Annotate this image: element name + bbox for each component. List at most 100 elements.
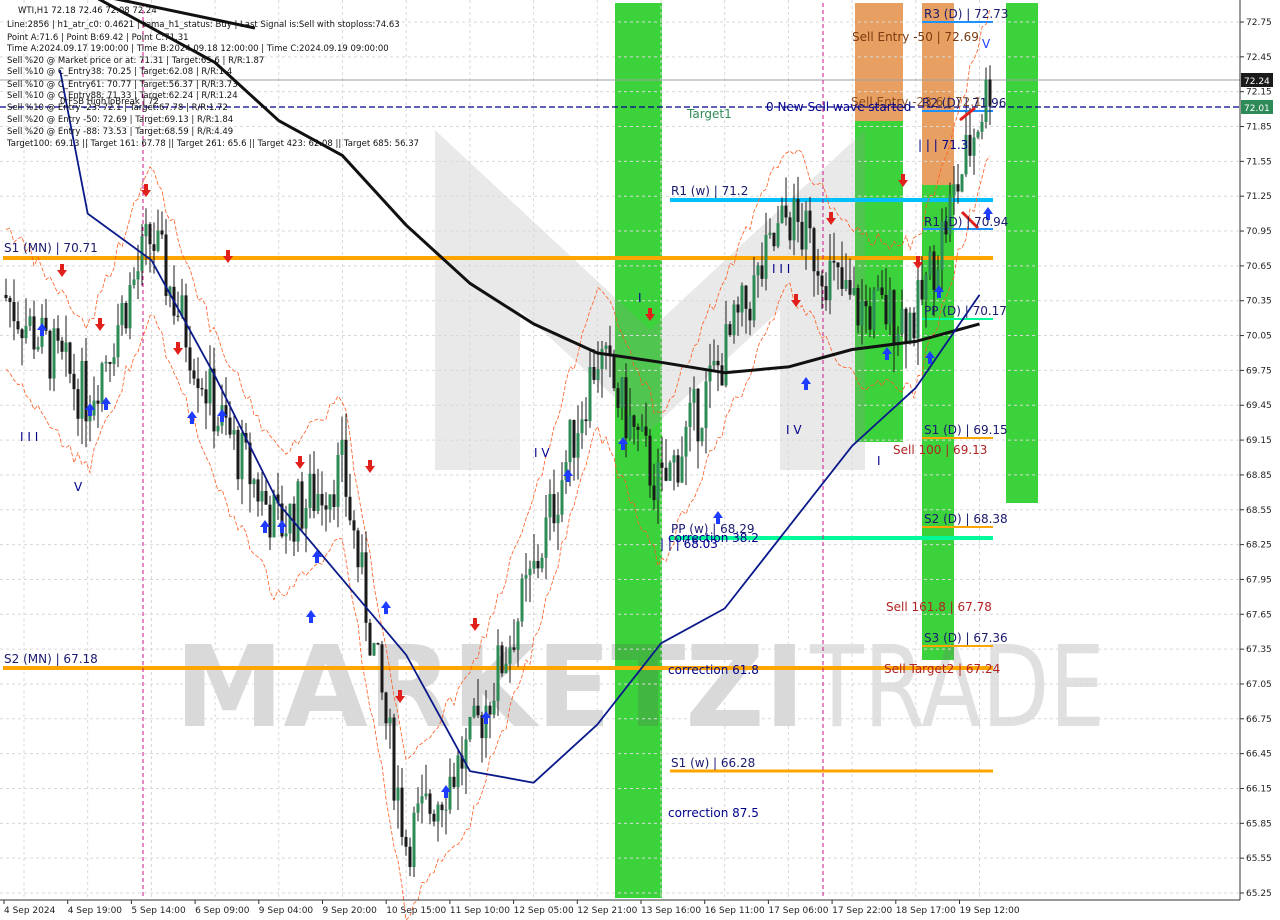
candle-body: [592, 366, 596, 380]
candle-body: [548, 494, 552, 518]
candle-body: [776, 223, 780, 247]
x-tick-label: 9 Sep 04:00: [259, 906, 314, 916]
candle-body: [728, 324, 732, 336]
candle-body: [68, 342, 72, 374]
candle-body: [576, 433, 580, 458]
candle-body: [688, 402, 692, 427]
candle-body: [120, 302, 124, 326]
candle-body: [152, 244, 156, 251]
candle-body: [772, 232, 776, 247]
candle-body: [332, 494, 336, 507]
candle-body: [208, 368, 212, 404]
candle-body: [284, 533, 288, 537]
candle-body: [780, 205, 784, 224]
candle-body: [792, 199, 796, 241]
y-tick-label: 69.75: [1246, 366, 1272, 376]
candle-body: [60, 340, 64, 352]
sell-entry-50-label: Sell Entry -50 | 72.69: [852, 30, 979, 44]
candle-body: [264, 491, 268, 505]
candle-body: [228, 417, 232, 435]
candle-body: [308, 473, 312, 508]
x-tick-label: 12 Sep 05:00: [514, 906, 574, 916]
y-tick-label: 67.95: [1246, 575, 1272, 585]
candle-body: [932, 251, 936, 290]
candle-body: [900, 308, 904, 334]
line-price-badge-text: 72.01: [1244, 104, 1270, 114]
candle-body: [520, 578, 524, 622]
candle-body: [512, 647, 516, 650]
y-tick-label: 70.95: [1246, 227, 1272, 237]
candle-body: [828, 260, 832, 301]
y-tick-label: 71.55: [1246, 157, 1272, 167]
candle-body: [880, 287, 884, 295]
candle-body: [52, 328, 56, 379]
candle-body: [272, 494, 276, 538]
candle-body: [440, 804, 444, 811]
correction-87-label: correction 87.5: [668, 806, 759, 820]
candle-body: [648, 435, 652, 486]
candle-body: [808, 210, 812, 229]
candle-body: [716, 360, 720, 366]
candle-body: [80, 360, 84, 419]
candle-body: [372, 643, 376, 656]
y-tick-label: 66.15: [1246, 784, 1272, 794]
candle-body: [752, 275, 756, 321]
candle-body: [524, 575, 528, 579]
candle-body: [784, 205, 788, 218]
candle-body: [400, 787, 404, 837]
candle-body: [712, 360, 716, 366]
candle-body: [920, 279, 924, 300]
candle-body: [796, 199, 800, 222]
wave-label-iv-right: I V: [786, 423, 802, 437]
y-tick-label: 71.25: [1246, 192, 1272, 202]
candle-body: [924, 275, 928, 300]
candle-body: [124, 302, 128, 329]
sell-target2-label: Sell Target2 | 67.24: [884, 662, 1000, 676]
info-line-5: Sell %10 @ C_Entry38: 70.25 | Target:62.…: [7, 67, 232, 77]
candle-body: [704, 381, 708, 428]
candle-body: [296, 481, 300, 542]
r1-w-label: R1 (w) | 71.2: [671, 184, 748, 198]
candle-body: [396, 787, 400, 801]
candle-body: [88, 415, 92, 422]
candle-body: [16, 321, 20, 330]
info-line-6: Sell %10 @ C_Entry61: 70.77 | Target:56.…: [7, 80, 238, 90]
candle-body: [956, 184, 960, 192]
candle-body: [596, 369, 600, 380]
candle-body: [468, 716, 472, 740]
candle-body: [788, 217, 792, 241]
candle-body: [252, 479, 256, 485]
candle-body: [508, 647, 512, 664]
candle-body: [64, 342, 68, 352]
candle-body: [600, 348, 604, 370]
candle-body: [452, 776, 456, 788]
info-line-11: Target100: 69.13 || Target 161: 67.78 ||…: [6, 139, 419, 149]
iii-713-label: | | | 71.3: [918, 138, 968, 152]
candle-body: [488, 705, 492, 715]
candle-body: [528, 568, 532, 576]
candle-body: [12, 301, 16, 322]
info-line-1: Line:2856 | h1_atr_c0: 0.4621 | tema_h1_…: [7, 20, 400, 30]
candle-body: [692, 388, 696, 403]
candle-body: [620, 377, 624, 408]
candle-body: [364, 552, 368, 623]
iii-68-label: | | | 68.03: [660, 537, 718, 551]
s2-mn-label: S2 (MN) | 67.18: [4, 652, 98, 666]
candle-body: [432, 813, 436, 822]
candle-body: [420, 796, 424, 804]
y-tick-label: 68.55: [1246, 506, 1272, 516]
candle-body: [560, 480, 564, 515]
candle-body: [404, 836, 408, 847]
candle-body: [348, 496, 352, 521]
candle-body: [540, 557, 544, 569]
candle-body: [128, 285, 132, 329]
r3-d-label: R3 (D) | 72.73: [924, 7, 1008, 21]
y-tick-label: 65.55: [1246, 854, 1272, 864]
candle-body: [884, 294, 888, 325]
x-tick-label: 17 Sep 06:00: [768, 906, 828, 916]
candle-body: [316, 493, 320, 511]
candle-body: [324, 505, 328, 510]
y-tick-label: 72.75: [1246, 18, 1272, 28]
candle-body: [760, 265, 764, 279]
candle-body: [156, 230, 160, 251]
